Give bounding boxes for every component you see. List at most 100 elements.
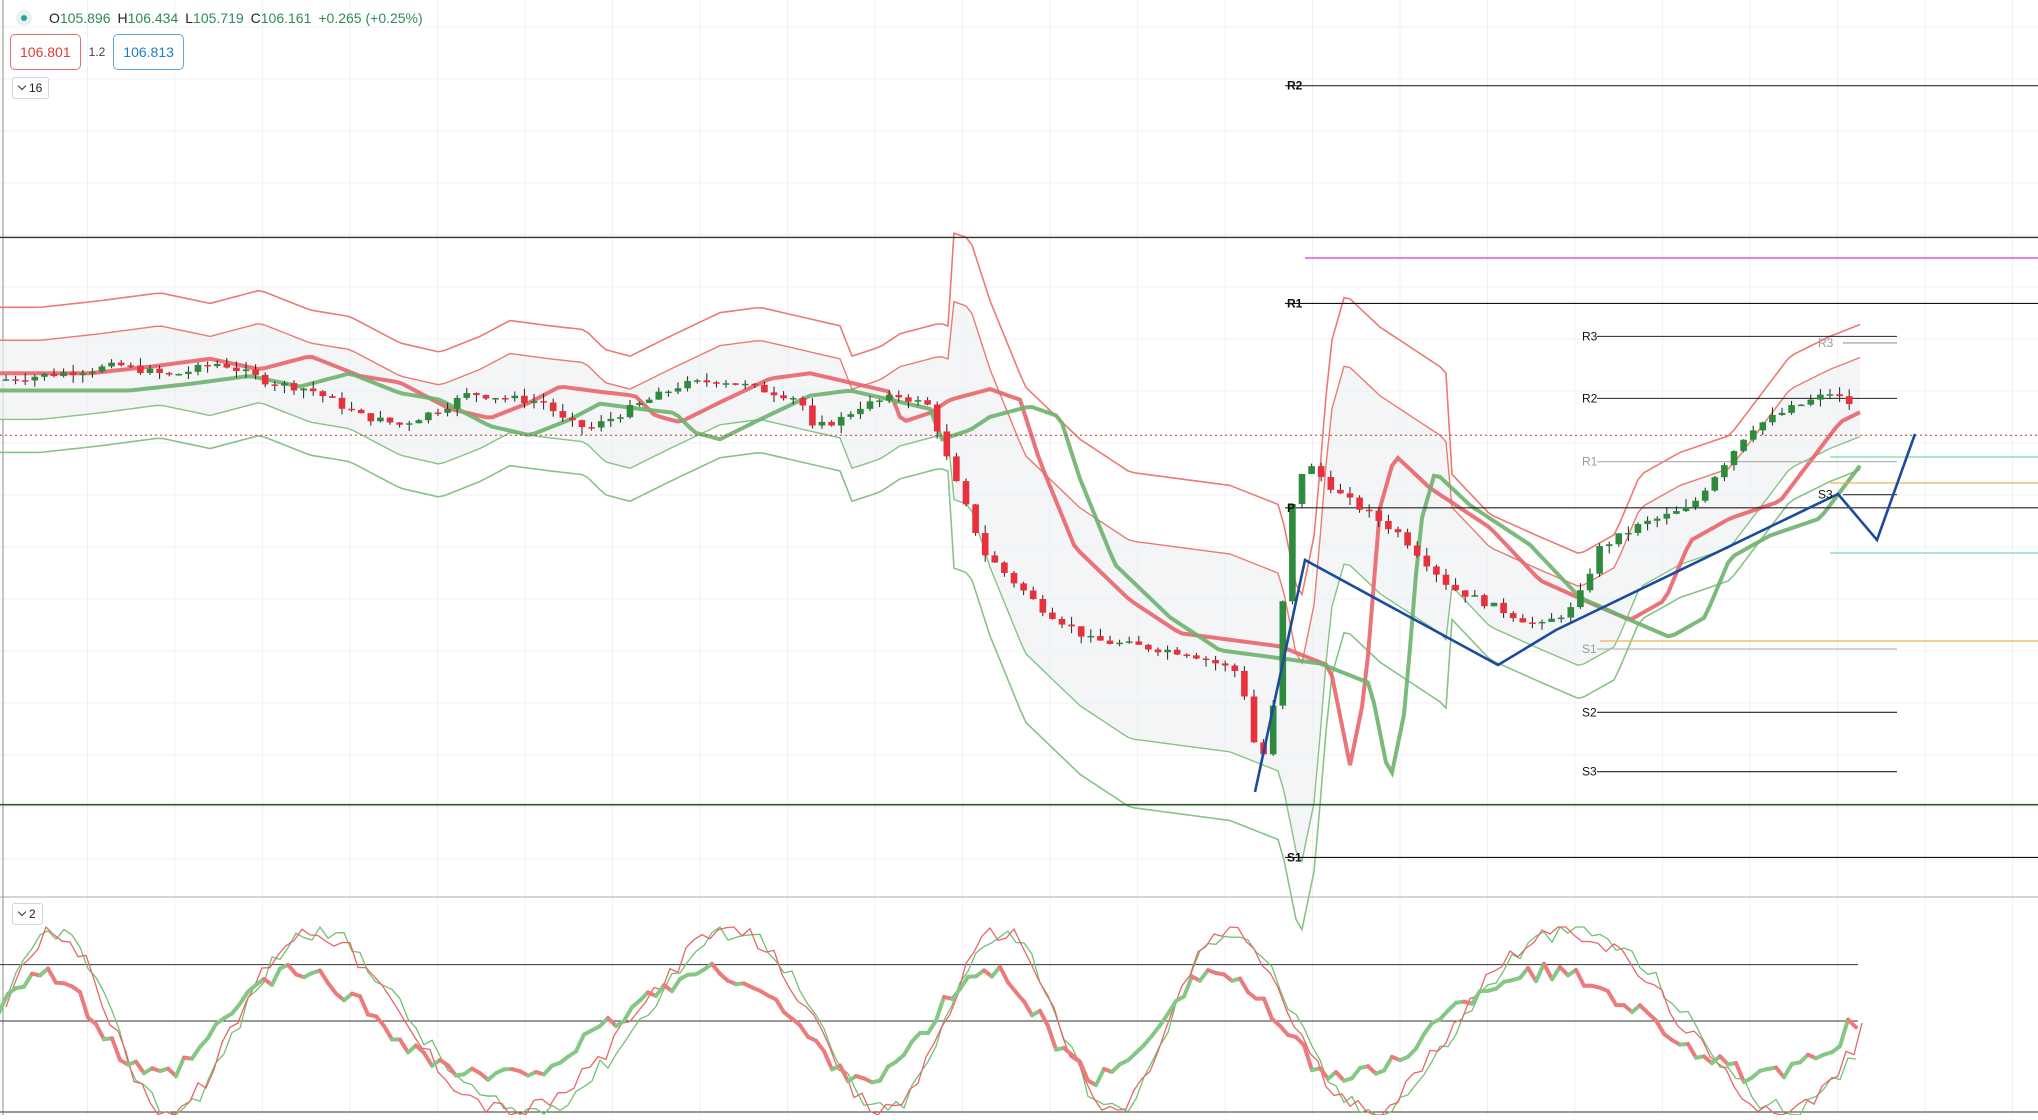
channel-bands <box>0 233 1860 929</box>
candle-down <box>905 397 912 401</box>
ohlc-legend: O105.896 H106.434 L105.719 C106.161 +0.2… <box>16 8 423 28</box>
candle-up <box>512 396 519 399</box>
outer-lower-band <box>0 436 1860 930</box>
oscillator-smoothed-segment <box>1608 991 1616 1005</box>
candle-down <box>982 533 989 555</box>
candle-down <box>483 395 490 398</box>
candle-down <box>348 409 355 411</box>
oscillator-smoothed-segment <box>1784 1064 1792 1077</box>
candle-up <box>742 384 749 386</box>
candle-up <box>464 393 471 398</box>
candle-down <box>1145 645 1152 650</box>
candle-down <box>1203 659 1210 661</box>
candle-up <box>1817 395 1824 400</box>
oscillator-smoothed-segment <box>400 1039 408 1052</box>
candle-up <box>1596 546 1603 574</box>
candle-down <box>1241 671 1248 696</box>
candle-up <box>1558 618 1565 620</box>
candle-up <box>1769 415 1776 422</box>
candle-down <box>1500 603 1507 613</box>
candle-up <box>454 398 461 409</box>
oscillator-smoothed-segment <box>1096 1069 1104 1085</box>
candle-down <box>1251 696 1258 742</box>
oscillator-smoothed-segment <box>96 1024 104 1039</box>
candle-up <box>1539 622 1546 624</box>
candle-up <box>838 417 845 426</box>
oscillator-pane-collapse-button[interactable]: 2 <box>12 903 43 925</box>
oscillator-smoothed-segment <box>1416 1034 1424 1048</box>
symbol-status-icon[interactable] <box>16 10 32 26</box>
candle-up <box>1731 451 1738 465</box>
candle-up <box>185 372 192 374</box>
oscillator-smoothed-segment <box>80 992 88 1017</box>
ohlc-open: O105.896 <box>49 10 111 26</box>
channel-fill <box>0 302 1860 861</box>
candle-down <box>1068 625 1075 627</box>
candle-up <box>694 380 701 382</box>
candle-up <box>1308 466 1315 474</box>
oscillator-smoothed-segment <box>112 1038 120 1060</box>
oscillator-smoothed-segment <box>0 994 8 1010</box>
candle-down <box>320 391 327 396</box>
candle-down <box>704 380 711 382</box>
pivot-label-r1: R1 <box>1582 455 1598 469</box>
candle-up <box>598 421 605 427</box>
candle-down <box>22 380 29 382</box>
candle-up <box>425 413 432 421</box>
candle-down <box>224 364 231 368</box>
candle-down <box>1107 641 1114 644</box>
candle-down <box>771 392 778 395</box>
candle-down <box>1414 545 1421 555</box>
pivot-label-r3: R3 <box>1582 329 1598 343</box>
oscillator-smoothed-segment <box>176 1058 184 1077</box>
candle-down <box>896 395 903 397</box>
candle-up <box>1788 405 1795 413</box>
candle-down <box>944 431 951 456</box>
candle-down <box>137 366 144 374</box>
candle-up <box>99 366 106 371</box>
candle-down <box>1529 622 1536 624</box>
sell-button[interactable]: 106.801 <box>10 34 81 70</box>
chart-canvas[interactable]: R2R1S1R3R2R1PS1S2S3R3S3 <box>0 0 2038 1115</box>
candle-down <box>713 382 720 384</box>
candle-up <box>867 401 874 409</box>
oscillator-smoothed-segment <box>624 1007 632 1021</box>
oscillator-smoothed-segment <box>1384 1057 1392 1071</box>
candle-down <box>1424 556 1431 567</box>
candle-down <box>550 403 557 412</box>
candle-up <box>281 383 288 386</box>
candle-up <box>1673 511 1680 514</box>
candle-down <box>1846 396 1853 404</box>
candle-up <box>1126 641 1133 643</box>
oscillator-smoothed-segment <box>1048 1026 1056 1050</box>
candle-up <box>1779 413 1786 415</box>
oscillator-pane <box>0 927 2038 1115</box>
candle-down <box>1011 573 1018 583</box>
oscillator-smoothed-segment <box>360 996 368 1014</box>
candle-up <box>1644 521 1651 524</box>
candle-down <box>588 427 595 429</box>
candle-down <box>128 365 135 367</box>
candle-down <box>1433 566 1440 574</box>
main-pane-collapse-button[interactable]: 16 <box>12 77 49 99</box>
candle-down <box>1212 660 1219 663</box>
buy-button[interactable]: 106.813 <box>113 34 184 70</box>
candle-up <box>1683 507 1690 511</box>
oscillator-smoothed-segment <box>1024 1001 1032 1015</box>
chart-area[interactable]: R2R1S1R3R2R1PS1S2S3R3S3 O105.896 H106.43… <box>0 0 2038 1115</box>
candle-down <box>1836 394 1843 396</box>
candle-down <box>1520 618 1527 622</box>
candle-up <box>886 395 893 401</box>
oscillator-smoothed-segment <box>1184 976 1192 996</box>
candle-up <box>1577 590 1584 607</box>
candle-down <box>329 396 336 398</box>
candle-down <box>1385 521 1392 529</box>
candle-down <box>1174 650 1181 655</box>
oscillator-smoothed-segment <box>1264 999 1272 1019</box>
oscillator-smoothed-segment <box>904 1042 912 1055</box>
candle-down <box>828 422 835 426</box>
candle-down <box>1318 466 1325 477</box>
candle-down <box>310 389 317 392</box>
candle-down <box>156 369 163 373</box>
candle-down <box>1366 510 1373 512</box>
